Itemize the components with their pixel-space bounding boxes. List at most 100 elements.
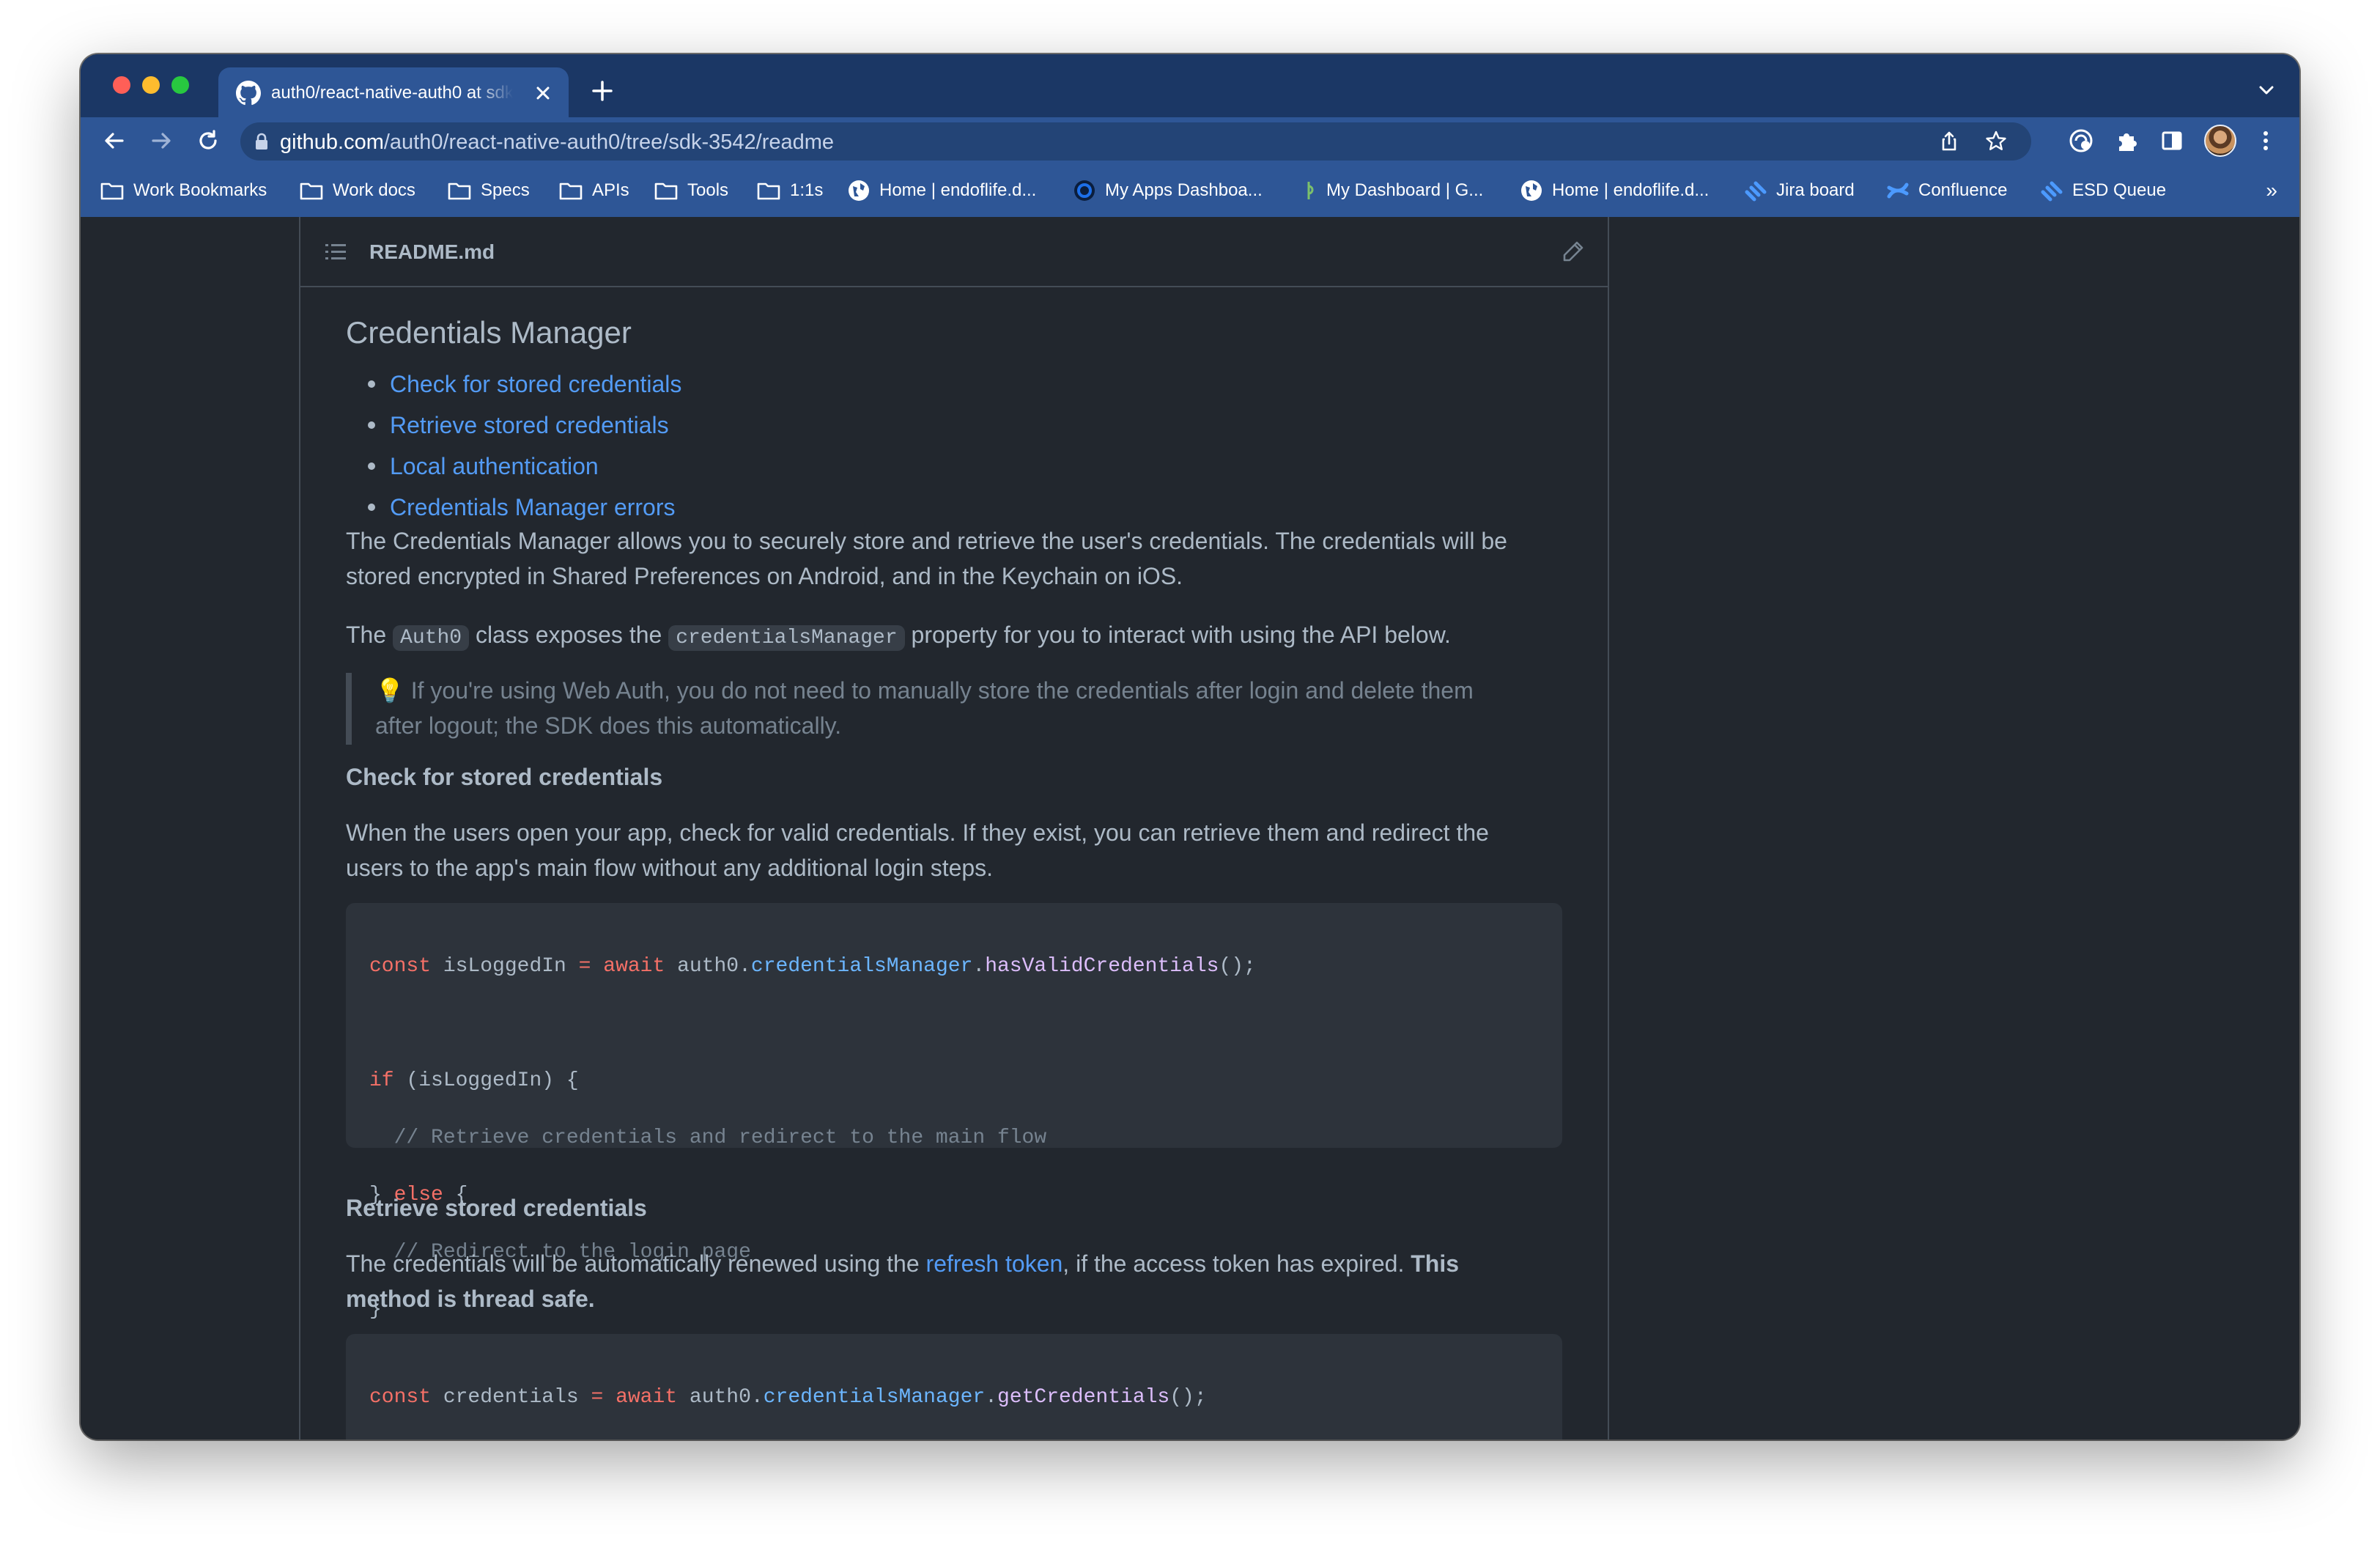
code-token: await	[603, 1386, 678, 1409]
browser-tab-active[interactable]: auth0/react-native-auth0 at sdk-3542	[218, 67, 569, 117]
check-line-1: When the users open your app, check for …	[346, 819, 1489, 846]
dashboard-icon	[1307, 182, 1314, 199]
more-menu-icon[interactable]	[2251, 126, 2280, 155]
toc-link-check[interactable]: Check for stored credentials	[390, 366, 681, 402]
bold-text: method is thread safe.	[346, 1286, 595, 1312]
browser-toolbar: github.com/auth0/react-native-auth0/tree…	[81, 117, 2299, 164]
bookmarks-overflow-button[interactable]: »	[2266, 179, 2277, 202]
lightbulb-icon: 💡	[375, 677, 404, 704]
code-token: credentials	[431, 1386, 591, 1409]
code-block-check: const isLoggedIn = await auth0.credentia…	[346, 903, 1562, 1321]
code-comment: // Retrieve credentials and redirect to …	[369, 1127, 1047, 1149]
check-paragraph: When the users open your app, check for …	[346, 815, 1565, 885]
minimize-window-button[interactable]	[142, 76, 160, 94]
okta-icon	[1074, 180, 1095, 201]
code-line: const credentials = await auth0.credenti…	[369, 1383, 1539, 1412]
close-window-button[interactable]	[113, 76, 130, 94]
code-line: const isLoggedIn = await auth0.credentia…	[369, 952, 1539, 981]
code-token: getCredentials	[997, 1386, 1170, 1409]
bookmark-label: APIs	[592, 180, 629, 200]
code-block-retrieve: const credentials = await auth0.credenti…	[346, 1334, 1562, 1440]
address-bar[interactable]: github.com/auth0/react-native-auth0/tree…	[240, 122, 2031, 161]
code-token: await	[591, 955, 665, 978]
note-line-2: after logout; the SDK does this automati…	[375, 712, 842, 739]
code-line: // Retrieve credentials and redirect to …	[369, 1124, 1539, 1152]
reload-button[interactable]	[193, 126, 223, 155]
edit-pencil-icon[interactable]	[1561, 239, 1586, 264]
zoom-window-button[interactable]	[171, 76, 189, 94]
code-token: isLoggedIn	[431, 955, 579, 978]
github-icon	[236, 81, 261, 106]
bookmark-esd-queue[interactable]: ESD Queue	[2040, 177, 2166, 204]
inline-code-auth0: Auth0	[393, 625, 470, 651]
bookmark-confluence[interactable]: Confluence	[1886, 177, 2007, 204]
intro-line-1: The Credentials Manager allows you to se…	[346, 528, 1507, 554]
folder-icon	[300, 183, 323, 200]
close-tab-icon[interactable]	[532, 82, 554, 104]
url-path: /auth0/react-native-auth0/tree/sdk-3542/…	[383, 130, 835, 154]
privacy-extension-icon[interactable]	[2066, 126, 2096, 155]
bookmark-label: 1:1s	[790, 180, 824, 200]
text: The credentials will be automatically re…	[346, 1250, 926, 1277]
bookmark-label: My Dashboard | G...	[1326, 180, 1484, 200]
url-text[interactable]: github.com/auth0/react-native-auth0/tree…	[280, 130, 834, 154]
text: , if the access token has expired.	[1062, 1250, 1411, 1277]
code-token: (isLoggedIn) {	[393, 1069, 579, 1092]
bookmark-1-1s[interactable]: 1:1s	[756, 177, 823, 204]
folder-icon	[757, 183, 780, 200]
bookmark-specs[interactable]: Specs	[447, 177, 530, 204]
profile-avatar[interactable]	[2204, 125, 2236, 157]
toc-link-local-auth[interactable]: Local authentication	[390, 449, 599, 484]
bookmark-label: Confluence	[1918, 180, 2008, 200]
readme-panel: README.md Credentials Manager Check for …	[299, 217, 1609, 1440]
lock-icon[interactable]	[254, 133, 270, 150]
code-token: auth0.	[665, 955, 751, 978]
bookmark-label: Work Bookmarks	[133, 180, 267, 200]
page-content: README.md Credentials Manager Check for …	[81, 217, 2299, 1440]
arrow-right-icon	[152, 133, 171, 149]
toc-link-errors[interactable]: Credentials Manager errors	[390, 490, 676, 525]
code-token: ();	[1219, 955, 1256, 978]
code-token: auth0.	[677, 1386, 764, 1409]
back-button[interactable]	[100, 126, 129, 155]
toc-link-retrieve[interactable]: Retrieve stored credentials	[390, 408, 669, 443]
code-token: ();	[1169, 1386, 1207, 1409]
code-token: =	[591, 1386, 604, 1409]
bookmark-jira-board[interactable]: Jira board	[1744, 177, 1855, 204]
bookmark-endoflife-2[interactable]: Home | endoflife.d...	[1520, 177, 1709, 204]
code-token: const	[369, 1386, 432, 1409]
bookmark-my-dashboard[interactable]: My Dashboard | G...	[1300, 177, 1483, 204]
reload-icon	[199, 130, 217, 150]
bullet	[368, 421, 375, 429]
note-line-1: If you're using Web Auth, you do not nee…	[404, 677, 1474, 704]
folder-icon	[654, 183, 678, 200]
section-heading: Credentials Manager	[346, 315, 632, 350]
bookmark-work-docs[interactable]: Work docs	[299, 177, 415, 204]
retrieve-paragraph: The credentials will be automatically re…	[346, 1246, 1565, 1316]
forward-button[interactable]	[147, 126, 176, 155]
readme-filename: README.md	[369, 240, 495, 263]
code-token: credentialsManager	[763, 1386, 986, 1409]
folder-icon	[448, 183, 471, 200]
side-panel-icon[interactable]	[2157, 126, 2187, 155]
bookmark-work-bookmarks[interactable]: Work Bookmarks	[100, 177, 267, 204]
bookmark-apis[interactable]: APIs	[558, 177, 629, 204]
star-icon[interactable]	[1984, 130, 2008, 153]
bookmark-label: Home | endoflife.d...	[879, 180, 1037, 200]
puzzle-icon[interactable]	[2112, 126, 2141, 155]
code-line: if (isLoggedIn) {	[369, 1066, 1539, 1095]
bullet	[368, 380, 375, 388]
bookmark-endoflife-1[interactable]: Home | endoflife.d...	[847, 177, 1036, 204]
share-icon[interactable]	[1937, 130, 1961, 153]
table-of-contents-icon[interactable]	[324, 242, 347, 262]
bookmark-tools[interactable]: Tools	[654, 177, 728, 204]
list-item: Local authentication	[368, 446, 681, 487]
toc-list: Check for stored credentials Retrieve st…	[368, 364, 681, 528]
check-line-2: users to the app's main flow without any…	[346, 855, 994, 881]
list-item: Retrieve stored credentials	[368, 405, 681, 446]
new-tab-icon[interactable]	[589, 78, 616, 104]
bookmark-my-apps[interactable]: My Apps Dashboa...	[1073, 177, 1263, 204]
tab-search-chevron-icon[interactable]	[2255, 79, 2277, 101]
refresh-token-link[interactable]: refresh token	[926, 1250, 1063, 1277]
